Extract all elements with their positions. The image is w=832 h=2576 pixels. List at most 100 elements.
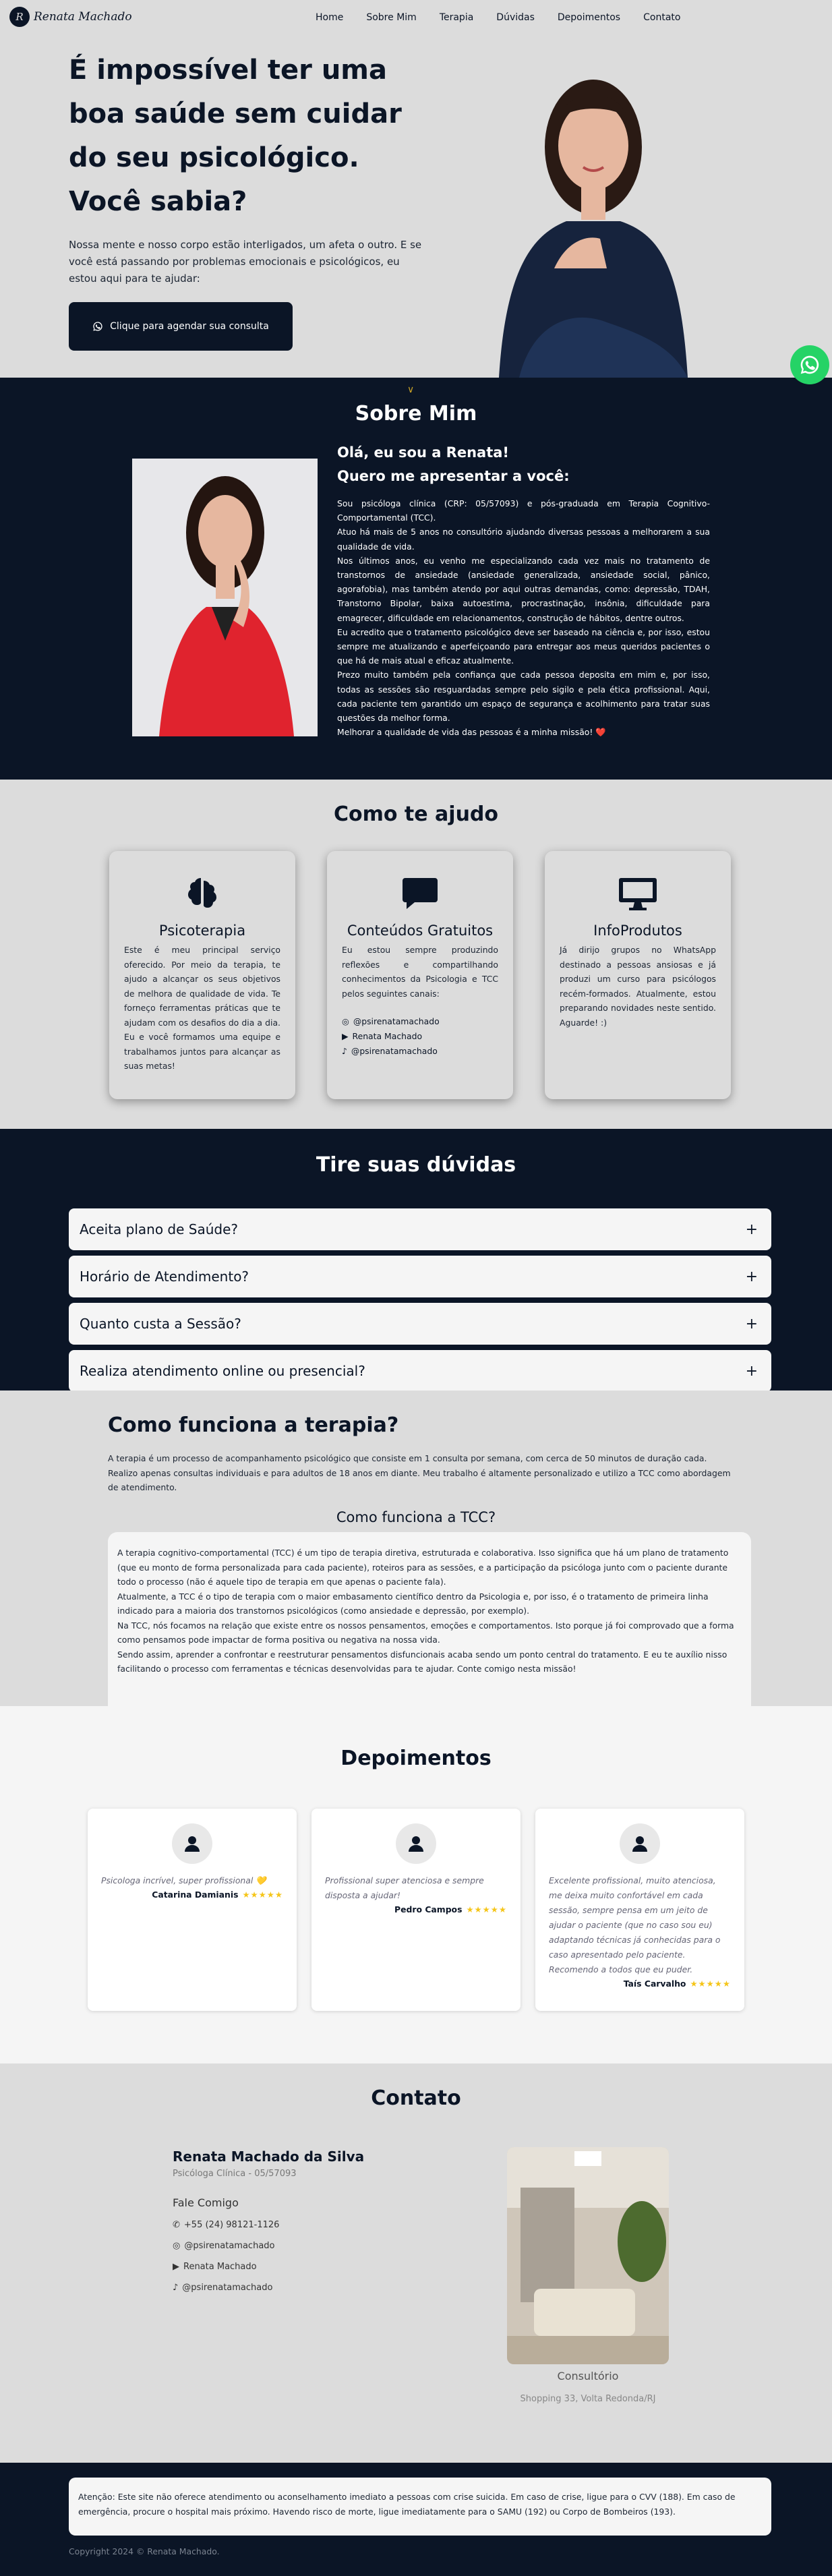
instagram-link[interactable]: ◎ @psirenatamachado [342, 1014, 498, 1029]
service-text: Eu estou sempre produzindo reflexões e c… [342, 945, 498, 999]
testimonial-author: Taís Carvalho ★★★★★ [623, 1979, 731, 1989]
youtube-link[interactable]: ▶ Renata Machado [342, 1029, 498, 1044]
hero-portrait-image [499, 80, 688, 378]
about-paragraph: Sou psicóloga clínica (CRP: 05/57093) e … [337, 498, 710, 523]
faq-item[interactable]: Horário de Atendimento? + [69, 1256, 771, 1297]
tcc-paragraph: Atualmente, a TCC é o tipo de terapia co… [117, 1591, 709, 1616]
instagram-icon: ◎ [342, 1016, 349, 1026]
tiktok-link[interactable]: ♪ @psirenatamachado [342, 1044, 498, 1059]
whatsapp-float-button[interactable] [790, 345, 829, 384]
user-icon [620, 1823, 660, 1864]
testimonial-quote: Excelente profissional, muito atenciosa,… [549, 1875, 721, 1974]
testimonials-title: Depoimentos [340, 1747, 492, 1770]
schedule-button[interactable]: Clique para agendar sua consulta [69, 302, 293, 351]
service-title: Psicoterapia [158, 923, 246, 939]
whatsapp-icon: ✆ [173, 2220, 180, 2230]
about-greeting-line1: Olá, eu sou a Renata! [337, 444, 510, 461]
plus-icon: + [745, 1221, 758, 1238]
tiktok-icon: ♪ [173, 2283, 179, 2293]
youtube-icon: ▶ [342, 1031, 349, 1041]
testimonial-card: Profissional super atenciosa e sempre di… [311, 1809, 521, 2011]
about-paragraph: Prezo muito também pela confiança que ca… [337, 670, 710, 724]
hero-title: É impossível ter uma boa saúde sem cuida… [69, 55, 402, 217]
faq-question: Horário de Atendimento? [80, 1268, 249, 1285]
user-icon [172, 1823, 212, 1864]
about-title: Sobre Mim [355, 402, 477, 426]
nav-depoimentos[interactable]: Depoimentos [558, 12, 620, 23]
youtube-link[interactable]: ▶ Renata Machado [173, 2262, 456, 2272]
logo-text: Renata Machado [34, 10, 132, 24]
social-links: ◎ @psirenatamachado ▶ Renata Machado ♪ @psi… [342, 1014, 498, 1059]
testimonial-quote: Psicologa incrível, super profissional 💛 [101, 1875, 266, 1885]
hero-section: É impossível ter uma boa saúde sem cuida… [0, 39, 832, 378]
about-paragraph: Melhorar a qualidade de vida das pessoas… [337, 727, 606, 738]
testimonial-author: Pedro Campos ★★★★★ [394, 1904, 507, 1914]
youtube-icon: ▶ [173, 2262, 179, 2272]
nav-sobre-mim[interactable]: Sobre Mim [366, 12, 416, 23]
instagram-icon: ◎ [173, 2241, 181, 2251]
tcc-box: A terapia cognitivo-comportamental (TCC)… [108, 1532, 751, 1728]
tcc-title: Como funciona a TCC? [336, 1509, 496, 1525]
plus-icon: + [745, 1362, 758, 1380]
copyright: Copyright 2024 © Renata Machado. [69, 2546, 220, 2556]
instagram-link[interactable]: ◎ @psirenatamachado [173, 2241, 456, 2251]
service-title: Conteúdos Gratuitos [347, 923, 494, 939]
schedule-button-label: Clique para agendar sua consulta [110, 321, 269, 332]
about-paragraph: Atuo há mais de 5 anos no consultório aj… [337, 527, 710, 552]
tiktok-link[interactable]: ♪ @psirenatamachado [173, 2283, 456, 2293]
about-text: Sou psicóloga clínica (CRP: 05/57093) e … [337, 496, 710, 739]
services-title: Como te ajudo [333, 802, 499, 826]
monitor-icon [560, 875, 716, 916]
about-paragraph: Eu acredito que o tratamento psicológico… [337, 626, 710, 666]
faq-question: Quanto custa a Sessão? [80, 1316, 241, 1332]
about-section: ∨ Sobre Mim Olá, eu sou a Renata! Quero … [0, 378, 832, 780]
about-paragraph: Nos últimos anos, eu venho me especializ… [337, 555, 710, 623]
about-portrait-image [132, 459, 318, 736]
rating-stars: ★★★★★ [466, 1904, 507, 1914]
hero-text: Nossa mente e nosso corpo estão interlig… [69, 239, 422, 285]
scroll-down-icon[interactable]: ∨ [407, 384, 414, 395]
whatsapp-icon [800, 355, 819, 374]
phone-link[interactable]: ✆ +55 (24) 98121-1126 [173, 2220, 456, 2230]
user-icon [396, 1823, 436, 1864]
nav-contato[interactable]: Contato [643, 12, 680, 23]
testimonial-card: Excelente profissional, muito atenciosa,… [535, 1809, 744, 2011]
whatsapp-icon [93, 322, 102, 331]
contact-heading: Fale Comigo [173, 2196, 239, 2209]
contact-info: Renata Machado da Silva Psicóloga Clínic… [173, 2148, 456, 2293]
testimonial-card: Psicologa incrível, super profissional 💛… [88, 1809, 297, 2011]
office-photo [507, 2147, 669, 2364]
tiktok-icon: ♪ [342, 1046, 347, 1056]
contact-name: Renata Machado da Silva [173, 2148, 365, 2165]
faq-section: Tire suas dúvidas Aceita plano de Saúde?… [0, 1129, 832, 1392]
testimonial-quote: Profissional super atenciosa e sempre di… [325, 1875, 484, 1900]
crisis-notice: Atenção: Este site não oferece atendimen… [69, 2478, 771, 2536]
tcc-paragraph: Sendo assim, aprender a confrontar e ree… [117, 1649, 727, 1674]
logo-mark: R [9, 7, 30, 27]
service-card-conteudos: Conteúdos Gratuitos Eu estou sempre prod… [327, 851, 513, 1099]
services-section: Como te ajudo Psicoterapia Este é meu pr… [0, 780, 832, 1129]
plus-icon: + [745, 1315, 758, 1333]
about-greeting-line2: Quero me apresentar a você: [337, 468, 570, 484]
nav-home[interactable]: Home [316, 12, 343, 23]
nav-duvidas[interactable]: Dúvidas [496, 12, 535, 23]
service-text: Já dirijo grupos no WhatsApp destinado a… [560, 945, 716, 1028]
brain-icon [124, 875, 280, 916]
tcc-paragraph: A terapia cognitivo-comportamental (TCC)… [117, 1548, 729, 1587]
therapy-title: Como funciona a terapia? [108, 1413, 399, 1437]
rating-stars: ★★★★★ [242, 1890, 283, 1900]
therapy-intro: A terapia é um processo de acompanhament… [108, 1453, 731, 1492]
logo[interactable]: R Renata Machado [9, 7, 132, 27]
faq-question: Aceita plano de Saúde? [80, 1221, 239, 1237]
faq-item[interactable]: Quanto custa a Sessão? + [69, 1303, 771, 1345]
chat-icon [342, 875, 498, 916]
office-caption: Consultório [557, 2370, 619, 2382]
tcc-paragraph: Na TCC, nós focamos na relação que exist… [117, 1620, 734, 1645]
nav-terapia[interactable]: Terapia [440, 12, 473, 23]
service-card-infoprodutos: InfoProdutos Já dirijo grupos no WhatsAp… [545, 851, 731, 1099]
service-text: Este é meu principal serviço oferecido. … [124, 945, 280, 1071]
contact-subtitle: Psicóloga Clínica - 05/57093 [173, 2169, 297, 2179]
faq-item[interactable]: Realiza atendimento online ou presencial… [69, 1350, 771, 1392]
rating-stars: ★★★★★ [690, 1979, 731, 1989]
faq-item[interactable]: Aceita plano de Saúde? + [69, 1208, 771, 1250]
